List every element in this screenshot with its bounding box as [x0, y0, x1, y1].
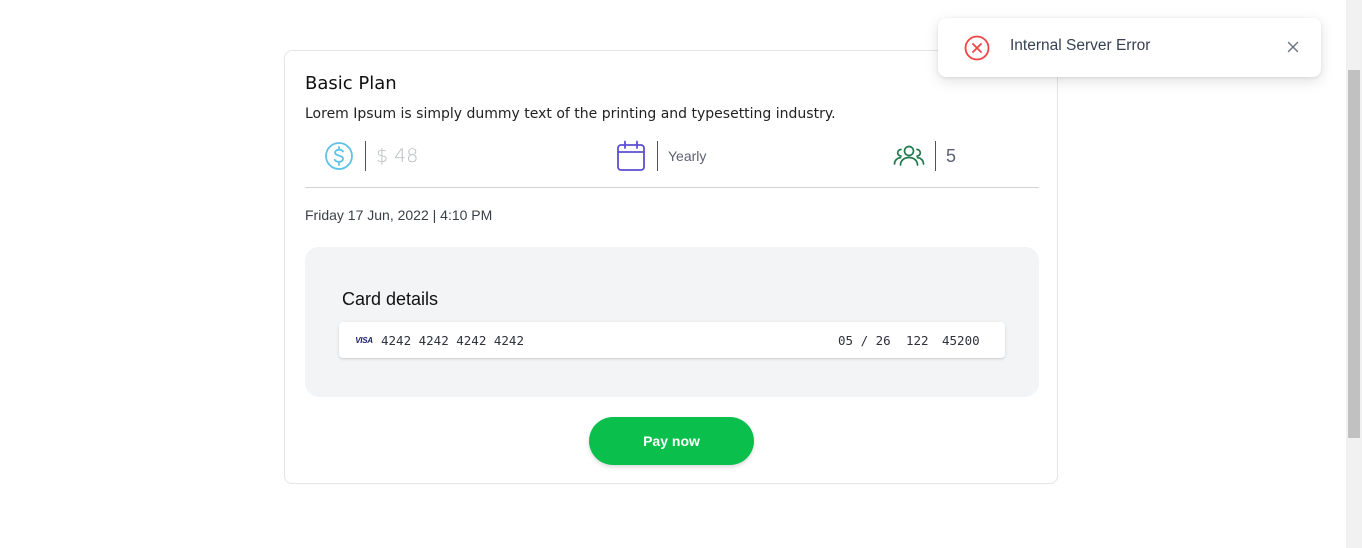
card-number-field[interactable]: 4242 4242 4242 4242 — [381, 333, 524, 348]
plan-description: Lorem Ipsum is simply dummy text of the … — [305, 106, 836, 122]
plan-title: Basic Plan — [305, 73, 397, 94]
period-stat: Yearly — [615, 139, 706, 173]
pay-now-button[interactable]: Pay now — [589, 417, 754, 465]
plan-card: Basic Plan Lorem Ipsum is simply dummy t… — [284, 50, 1058, 484]
card-expiry-field[interactable]: 05 / 26 — [838, 333, 891, 348]
divider — [657, 141, 658, 171]
plan-period: Yearly — [668, 148, 707, 164]
visa-card-icon: VISA — [355, 335, 373, 345]
scrollbar-thumb[interactable] — [1348, 70, 1360, 438]
error-circle-icon — [964, 35, 990, 61]
close-icon[interactable] — [1286, 40, 1300, 54]
card-input[interactable]: VISA 4242 4242 4242 4242 05 / 26 122 452… — [339, 322, 1005, 358]
card-details-title: Card details — [342, 289, 439, 309]
card-zip-field[interactable]: 45200 — [942, 333, 980, 348]
users-icon — [893, 140, 925, 172]
plan-users: 5 — [946, 145, 957, 166]
payment-box: Card details VISA 4242 4242 4242 4242 05… — [305, 247, 1039, 397]
order-datetime: Friday 17 Jun, 2022 | 4:10 PM — [305, 207, 493, 223]
price-stat: $ 48 — [323, 139, 418, 173]
error-toast: Internal Server Error — [938, 18, 1321, 77]
divider — [935, 141, 936, 171]
calendar-icon — [615, 140, 647, 172]
toast-message: Internal Server Error — [1010, 37, 1151, 54]
dollar-circle-icon — [323, 140, 355, 172]
plan-stats: $ 48 Yearly 5 — [305, 139, 1039, 188]
card-cvc-field[interactable]: 122 — [906, 333, 929, 348]
plan-price: $ 48 — [376, 145, 419, 167]
divider — [365, 141, 366, 171]
users-stat: 5 — [893, 139, 956, 173]
